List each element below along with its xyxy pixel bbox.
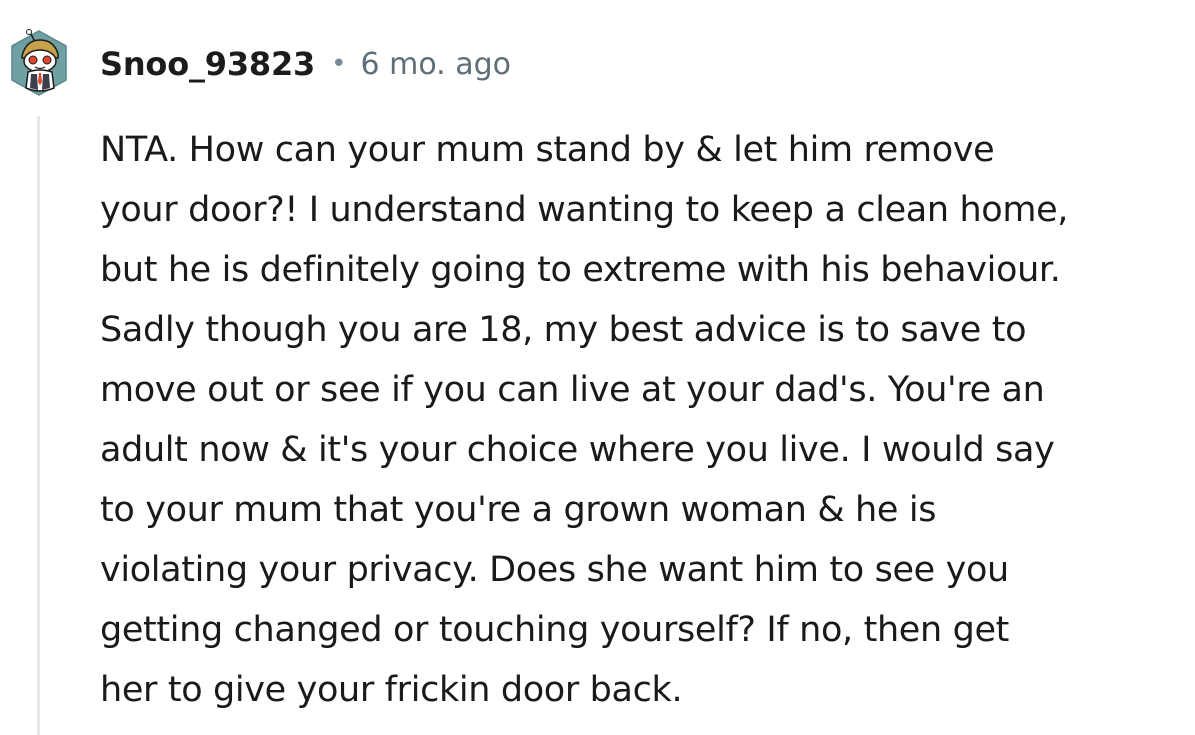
comment-body-line: your door?! I understand wanting to keep… — [100, 190, 1069, 230]
comment-body-line: adult now & it's your choice where you l… — [100, 430, 1055, 470]
comment: Snoo_93823 • 6 mo. ago NTA. How can your… — [0, 0, 1195, 735]
comment-body-line: move out or see if you can live at your … — [100, 370, 1045, 410]
comment-body-line: violating your privacy. Does she want hi… — [100, 550, 1009, 590]
comment-body-line: but he is definitely going to extreme wi… — [100, 250, 1061, 290]
comment-body-line: NTA. How can your mum stand by & let him… — [100, 130, 995, 170]
avatar[interactable] — [8, 28, 70, 98]
comment-body-line: her to give your frickin door back. — [100, 670, 683, 710]
snoo-avatar-icon — [11, 29, 67, 96]
thread-collapse-line[interactable] — [37, 116, 40, 735]
comment-body-line: Sadly though you are 18, my best advice … — [100, 310, 1027, 350]
comment-body-line: to your mum that you're a grown woman & … — [100, 490, 937, 530]
username-link[interactable]: Snoo_93823 — [100, 45, 315, 83]
comment-body: NTA. How can your mum stand by & let him… — [100, 120, 1180, 720]
comment-timestamp[interactable]: 6 mo. ago — [360, 47, 511, 82]
meta-separator: • — [331, 49, 347, 79]
comment-header: Snoo_93823 • 6 mo. ago — [100, 42, 511, 86]
comment-body-line: getting changed or touching yourself? If… — [100, 610, 1010, 650]
